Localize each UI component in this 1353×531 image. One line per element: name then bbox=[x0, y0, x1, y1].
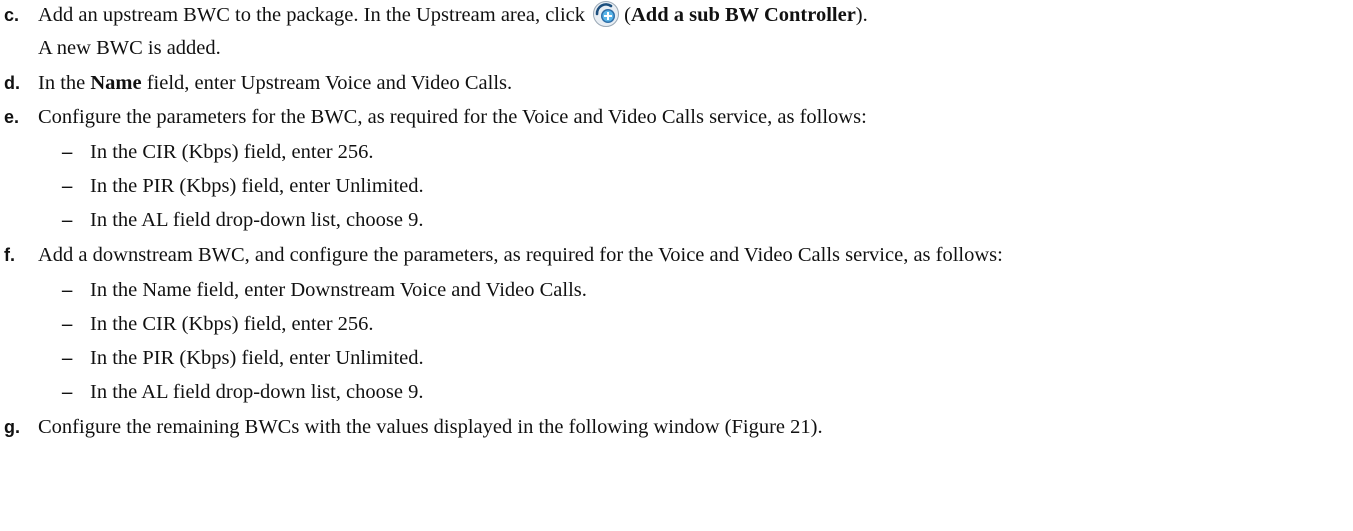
bullet-dash: – bbox=[62, 175, 73, 197]
step-text: Add a downstream BWC, and configure the … bbox=[38, 244, 1003, 266]
list-item-text: In the CIR (Kbps) field, enter 256. bbox=[90, 141, 374, 163]
list-item-text: In the PIR (Kbps) field, enter Unlimited… bbox=[90, 347, 424, 369]
bullet-dash: – bbox=[62, 347, 73, 369]
step-text: Configure the parameters for the BWC, as… bbox=[38, 106, 867, 128]
step-marker: f. bbox=[4, 245, 15, 265]
step-text-pre: Add an upstream BWC to the package. In t… bbox=[38, 4, 586, 26]
step-marker: d. bbox=[4, 73, 20, 93]
add-sub-bw-controller-icon bbox=[592, 0, 620, 28]
paren-open: ( bbox=[624, 4, 631, 26]
bullet-dash: – bbox=[62, 313, 73, 335]
step-text-post: ). bbox=[855, 4, 868, 26]
bullet-dash: – bbox=[62, 141, 73, 163]
step-marker: g. bbox=[4, 417, 20, 437]
ui-label-name: Name bbox=[90, 72, 142, 94]
list-item-text: In the CIR (Kbps) field, enter 256. bbox=[90, 313, 374, 335]
step-text-post: field, enter Upstream Voice and Video Ca… bbox=[146, 72, 513, 94]
step-marker: e. bbox=[4, 107, 20, 127]
continuation-text: A new BWC is added. bbox=[38, 37, 221, 59]
step-marker: c. bbox=[4, 5, 20, 25]
bullet-dash: – bbox=[62, 209, 73, 231]
step-text-pre: In the bbox=[38, 72, 86, 94]
bullet-dash: – bbox=[62, 279, 73, 301]
list-item-text: In the PIR (Kbps) field, enter Unlimited… bbox=[90, 175, 424, 197]
list-item-text: In the AL field drop-down list, choose 9… bbox=[90, 209, 424, 231]
step-text: Add an upstream BWC to the package. In t… bbox=[38, 0, 868, 30]
step-text: In the Name field, enter Upstream Voice … bbox=[38, 68, 512, 98]
list-item-text: In the Name field, enter Downstream Voic… bbox=[90, 279, 587, 301]
step-text: Configure the remaining BWCs with the va… bbox=[38, 416, 823, 438]
list-item-text: In the AL field drop-down list, choose 9… bbox=[90, 381, 424, 403]
bullet-dash: – bbox=[62, 381, 73, 403]
ui-label-add-sub-bw-controller: Add a sub BW Controller bbox=[631, 4, 856, 26]
